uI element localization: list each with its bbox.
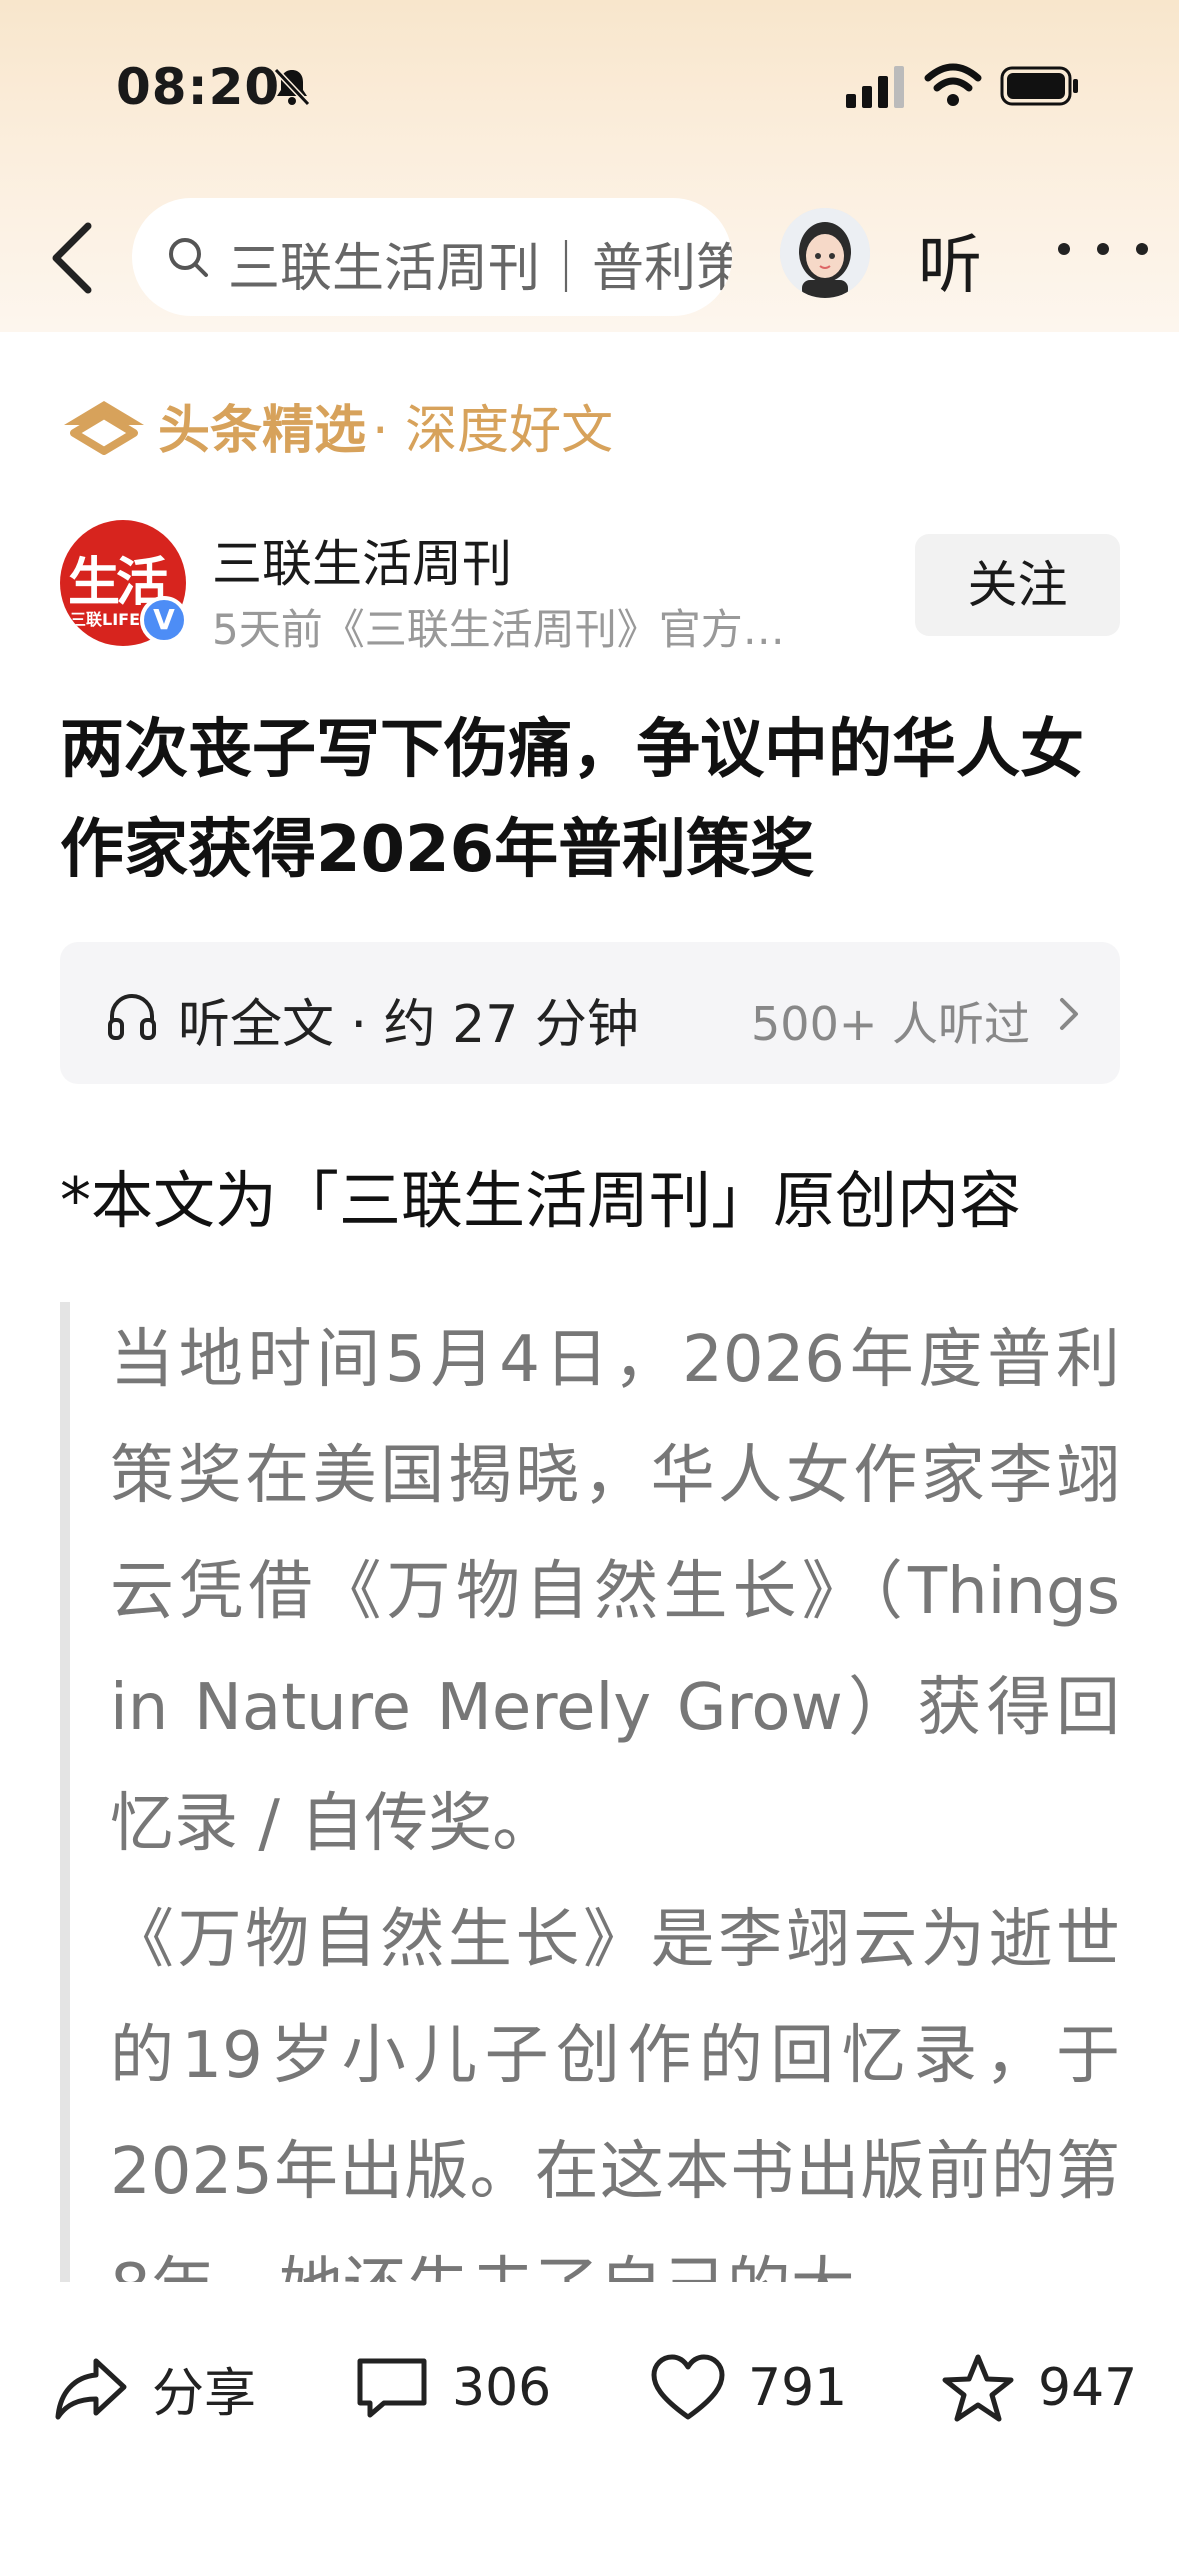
status-bar: 08:20 [0, 0, 1179, 170]
badge-brand: 头条精选 [158, 400, 367, 461]
author-avatar-subtext: 三联LIFE [70, 610, 141, 629]
author-row: 生活 三联LIFE V 三联生活周刊 5天前《三联生活周刊》官方… 关注 [60, 520, 1120, 654]
follow-button[interactable]: 关注 [915, 534, 1120, 636]
favorite-count: 947 [1038, 2358, 1138, 2418]
avatar-illustration-icon [780, 208, 870, 298]
author-name[interactable]: 三联生活周刊 [212, 524, 512, 596]
share-label: 分享 [152, 2363, 257, 2424]
status-time: 08:20 [116, 58, 281, 116]
battery-icon [1000, 66, 1078, 106]
favorite-button[interactable]: 947 [940, 2348, 1137, 2428]
listen-full-article-bar[interactable]: 听全文 · 约 27 分钟 500+ 人听过 [60, 942, 1120, 1084]
toutiao-select-logo-icon [64, 401, 144, 455]
audio-label: 听全文 · 约 27 分钟 [178, 995, 639, 1055]
listen-button[interactable]: 听 [918, 214, 982, 306]
search-query-text: 三联生活周刊｜普利策奖 [228, 239, 732, 299]
comment-button[interactable]: 306 [354, 2348, 551, 2428]
article-title: 两次丧子写下伤痛，争议中的华人女作家获得2026年普利策奖 [60, 713, 1084, 887]
audio-listener-count: 500+ 人听过 [751, 997, 1030, 1051]
more-options-icon[interactable] [1048, 224, 1158, 274]
article-blockquote: 当地时间5月4日，2026年度普利策奖在美国揭晓，华人女作家李翊云凭借《万物自然… [60, 1302, 1120, 2282]
featured-badge: 头条精选 · 深度好文 [60, 390, 614, 461]
article-paragraph-2: 《万物自然生长》是李翊云为逝世的19岁小儿子创作的回忆录，于2025年出版。在这… [110, 1903, 1120, 2282]
bottom-action-bar: 分享 306 791 947 [0, 2290, 1179, 2556]
like-count: 791 [748, 2358, 848, 2418]
top-navigation: 三联生活周刊｜普利策奖 听 [0, 190, 1179, 320]
verified-badge-icon: V [140, 596, 188, 644]
star-icon [942, 2354, 1014, 2422]
search-box[interactable]: 三联生活周刊｜普利策奖 [132, 198, 732, 316]
search-icon [169, 238, 208, 277]
headphones-icon [108, 994, 156, 1040]
share-icon [55, 2358, 127, 2420]
badge-subtitle: · 深度好文 [372, 400, 614, 461]
heart-icon [651, 2354, 725, 2420]
like-button[interactable]: 791 [650, 2348, 847, 2428]
article-paragraph-1: 当地时间5月4日，2026年度普利策奖在美国揭晓，华人女作家李翊云凭借《万物自然… [110, 1323, 1120, 1861]
user-avatar[interactable] [780, 208, 870, 298]
chevron-right-icon [1060, 998, 1078, 1030]
back-arrow-icon[interactable] [44, 218, 104, 298]
comment-count: 306 [452, 2358, 552, 2418]
wifi-icon [924, 63, 982, 106]
author-meta: 5天前《三联生活周刊》官方… [212, 605, 785, 654]
cellular-signal-icon [846, 66, 904, 108]
original-content-note: *本文为「三联生活周刊」原创内容 [60, 1164, 1022, 1237]
comment-icon [357, 2358, 427, 2418]
mute-bell-icon [273, 67, 311, 107]
share-button[interactable]: 分享 [54, 2348, 256, 2428]
